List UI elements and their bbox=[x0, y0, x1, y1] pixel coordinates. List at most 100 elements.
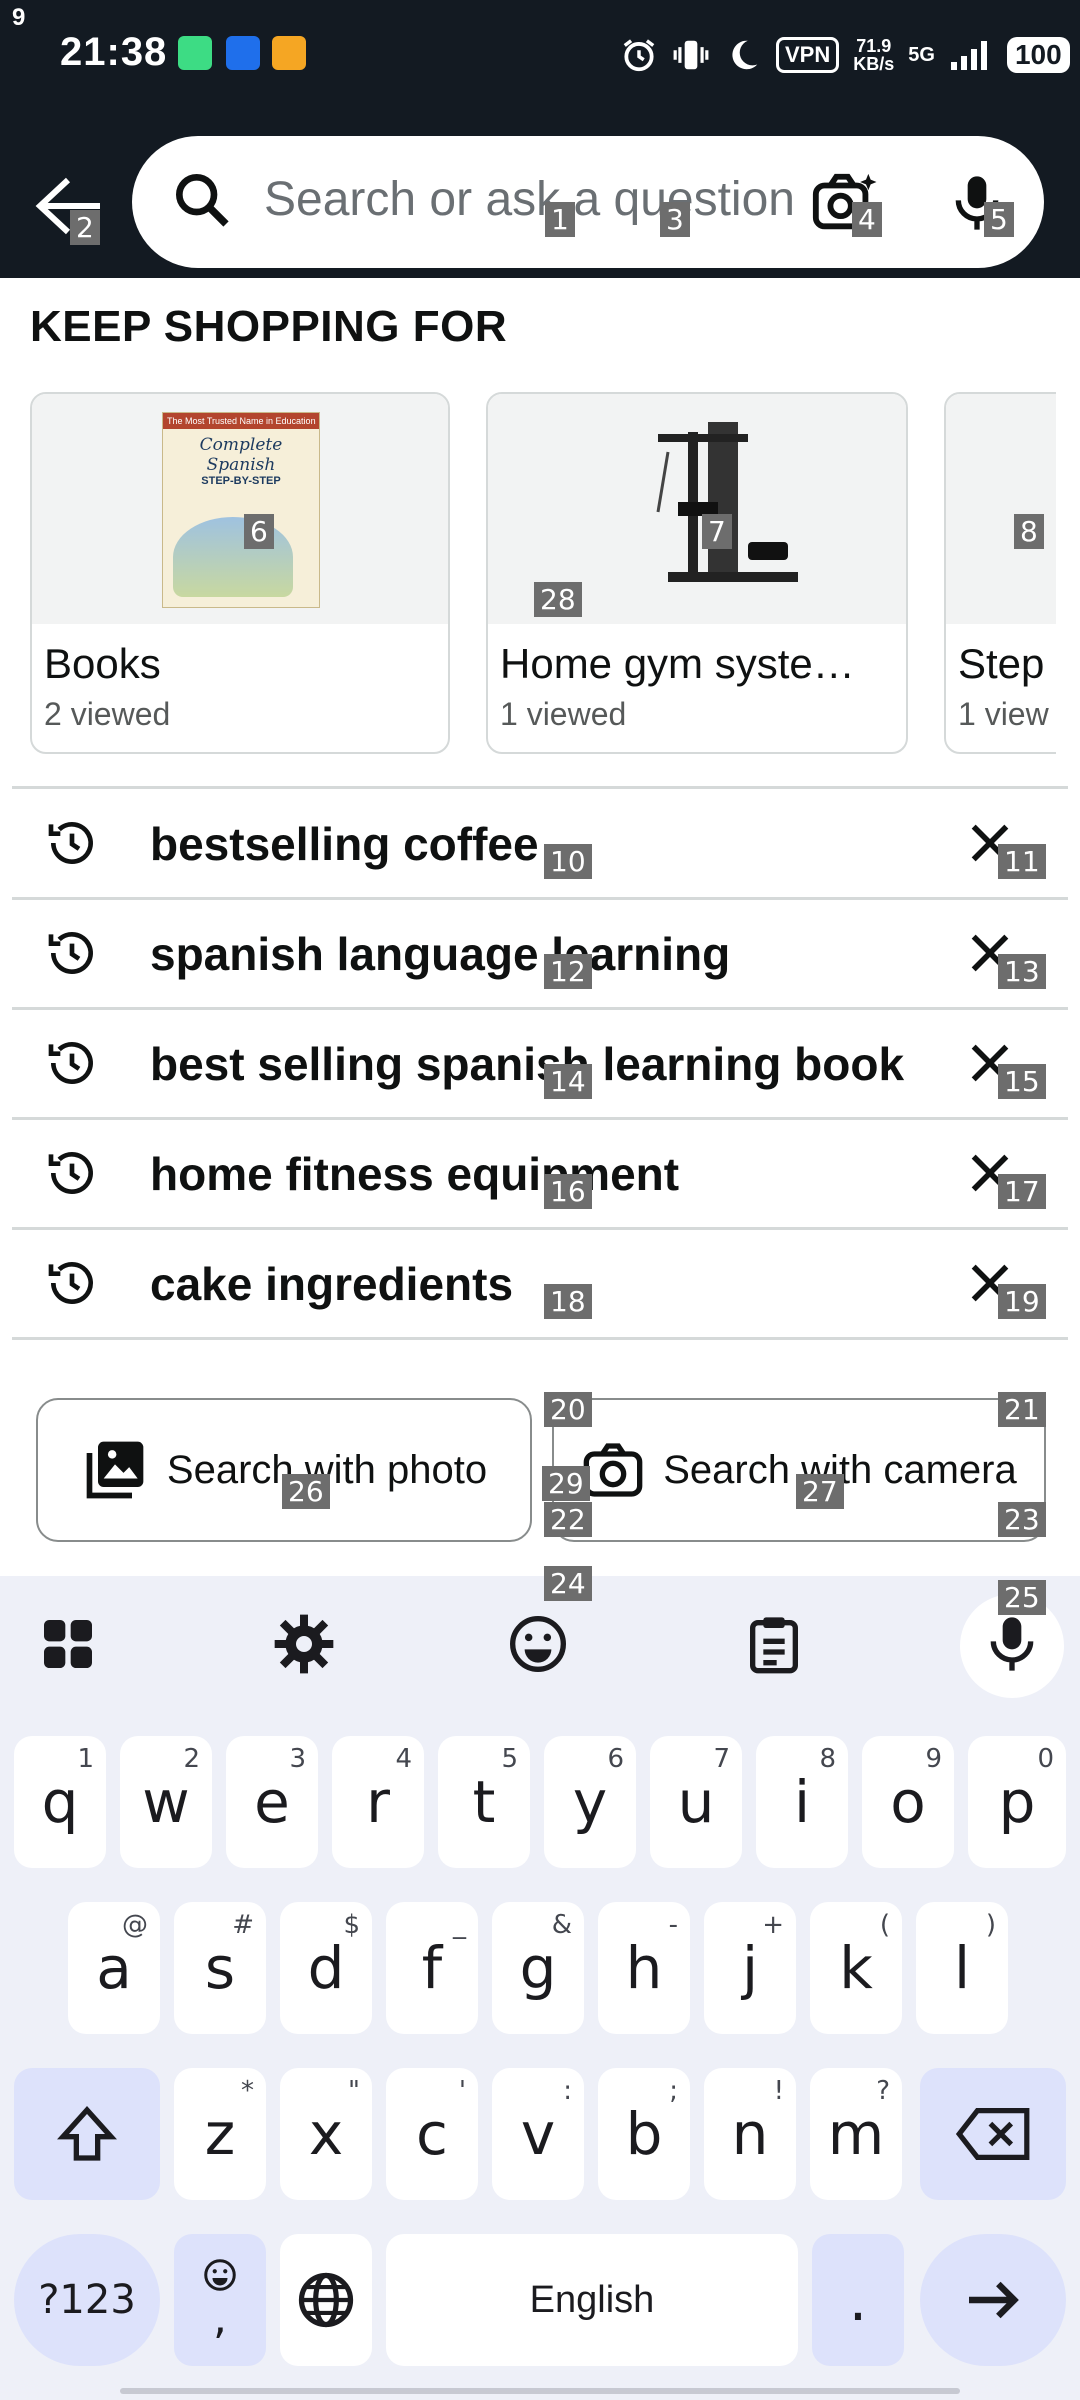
key-m[interactable]: m? bbox=[810, 2068, 902, 2200]
settings-gear-icon[interactable] bbox=[272, 1612, 336, 1676]
key-i[interactable]: i8 bbox=[756, 1736, 848, 1868]
search-history-item[interactable]: best selling spanish learning book bbox=[12, 1009, 1068, 1120]
apps-grid-icon[interactable] bbox=[36, 1612, 100, 1676]
key-a[interactable]: a @ bbox=[68, 1902, 160, 2034]
key-t[interactable]: t5 bbox=[438, 1736, 530, 1868]
keep-shopping-card-home-gym[interactable]: Home gym syste… 1 viewed bbox=[486, 392, 908, 754]
vibrate-icon bbox=[673, 40, 709, 70]
key-e[interactable]: e3 bbox=[226, 1736, 318, 1868]
search-history-item[interactable]: spanish language learning bbox=[12, 899, 1068, 1010]
notification-count: 9 bbox=[12, 4, 26, 31]
enter-key[interactable] bbox=[920, 2234, 1066, 2366]
key-f[interactable]: f _ bbox=[386, 1902, 478, 2034]
overlay-label: 28 bbox=[534, 582, 582, 617]
vpn-badge: VPN bbox=[776, 37, 840, 73]
backspace-icon bbox=[955, 2108, 1030, 2160]
overlay-label: 25 bbox=[998, 1580, 1046, 1615]
key-o[interactable]: o9 bbox=[862, 1736, 954, 1868]
overlay-label: 14 bbox=[544, 1064, 592, 1099]
card-title: Books bbox=[44, 640, 161, 687]
overlay-label: 17 bbox=[998, 1174, 1046, 1209]
overlay-label: 19 bbox=[998, 1284, 1046, 1319]
overlay-label: 20 bbox=[544, 1392, 592, 1427]
card-subtitle: 1 view bbox=[958, 696, 1049, 732]
key-r[interactable]: r4 bbox=[332, 1736, 424, 1868]
overlay-label: 5 bbox=[984, 202, 1014, 237]
key-n[interactable]: n! bbox=[704, 2068, 796, 2200]
overlay-label: 2 bbox=[70, 210, 100, 245]
signal-bars-icon bbox=[950, 41, 987, 70]
period-key[interactable]: . bbox=[812, 2234, 904, 2366]
backspace-key[interactable] bbox=[920, 2068, 1066, 2200]
search-history-item[interactable]: bestselling coffee bbox=[12, 789, 1068, 900]
search-with-photo-button[interactable]: Search with photo bbox=[36, 1398, 532, 1542]
overlay-label: 24 bbox=[544, 1566, 592, 1601]
overlay-label: 21 bbox=[998, 1392, 1046, 1427]
search-history-item[interactable]: home fitness equipment bbox=[12, 1119, 1068, 1230]
overlay-label: 10 bbox=[544, 844, 592, 879]
overlay-label: 7 bbox=[702, 514, 732, 549]
key-q[interactable]: q1 bbox=[14, 1736, 106, 1868]
overlay-label: 23 bbox=[998, 1502, 1046, 1537]
globe-icon bbox=[298, 2272, 354, 2328]
overlay-label: 3 bbox=[660, 202, 690, 237]
key-l[interactable]: l) bbox=[916, 1902, 1008, 2034]
overlay-label: 27 bbox=[796, 1474, 844, 1509]
overlay-label: 1 bbox=[545, 202, 575, 237]
card-title: Step bbox=[958, 640, 1045, 687]
search-icon bbox=[176, 174, 229, 227]
emoji-icon bbox=[204, 2258, 236, 2291]
emoji-icon[interactable] bbox=[506, 1612, 570, 1676]
home-gym-image bbox=[656, 422, 798, 582]
clipboard-icon[interactable] bbox=[742, 1612, 806, 1676]
app-notification-icon bbox=[272, 36, 306, 70]
status-icons: VPN 71.9 KB/s 5G 100 bbox=[620, 30, 1070, 80]
gesture-bar bbox=[120, 2388, 960, 2394]
key-z[interactable]: z * bbox=[174, 2068, 266, 2200]
key-j[interactable]: j + bbox=[704, 1902, 796, 2034]
key-u[interactable]: u7 bbox=[650, 1736, 742, 1868]
overlay-label: 12 bbox=[544, 954, 592, 989]
signal-label: 5G bbox=[908, 44, 935, 66]
overlay-label: 15 bbox=[998, 1064, 1046, 1099]
overlay-label: 22 bbox=[544, 1502, 592, 1537]
key-c[interactable]: c ' bbox=[386, 2068, 478, 2200]
search-input[interactable]: Search or ask a question bbox=[264, 172, 795, 227]
search-history-item[interactable]: cake ingredients bbox=[12, 1229, 1068, 1340]
language-key[interactable] bbox=[280, 2234, 372, 2366]
history-query: best selling spanish learning book bbox=[150, 1038, 905, 1090]
key-y[interactable]: y6 bbox=[544, 1736, 636, 1868]
key-d[interactable]: d $ bbox=[280, 1902, 372, 2034]
key-g[interactable]: g & bbox=[492, 1902, 584, 2034]
history-clock-icon bbox=[48, 1152, 93, 1194]
key-w[interactable]: w2 bbox=[120, 1736, 212, 1868]
shift-key[interactable] bbox=[14, 2068, 160, 2200]
key-p[interactable]: p0 bbox=[968, 1736, 1066, 1868]
key-x[interactable]: x " bbox=[280, 2068, 372, 2200]
overlay-label: 29 bbox=[542, 1466, 590, 1501]
search-with-camera-button[interactable]: Search with camera bbox=[552, 1398, 1046, 1542]
shift-arrow-icon bbox=[57, 2106, 117, 2161]
key-v[interactable]: v: bbox=[492, 2068, 584, 2200]
overlay-label: 6 bbox=[244, 514, 274, 549]
overlay-label: 13 bbox=[998, 954, 1046, 989]
photo-gallery-icon bbox=[86, 1441, 144, 1499]
key-k[interactable]: k( bbox=[810, 1902, 902, 2034]
card-image: The Most Trusted Name in Education Compl… bbox=[32, 394, 448, 624]
keep-shopping-card-books[interactable]: The Most Trusted Name in Education Compl… bbox=[30, 392, 450, 754]
key-b[interactable]: b; bbox=[598, 2068, 690, 2200]
history-clock-icon bbox=[48, 1262, 93, 1304]
key-s[interactable]: s # bbox=[174, 1902, 266, 2034]
history-clock-icon bbox=[48, 1042, 93, 1084]
symbols-key[interactable]: ?123 bbox=[14, 2234, 160, 2366]
battery-indicator: 100 bbox=[1006, 37, 1070, 73]
overlay-label: 4 bbox=[852, 202, 882, 237]
network-speed: 71.9 KB/s bbox=[853, 36, 895, 74]
keep-shopping-title: KEEP SHOPPING FOR bbox=[30, 302, 508, 351]
comma-emoji-key[interactable]: , bbox=[174, 2234, 266, 2366]
alarm-icon bbox=[623, 39, 655, 72]
key-h[interactable]: h- bbox=[598, 1902, 690, 2034]
space-key[interactable]: English bbox=[386, 2234, 798, 2366]
overlay-label: 11 bbox=[998, 844, 1046, 879]
card-title: Home gym syste… bbox=[500, 640, 855, 687]
